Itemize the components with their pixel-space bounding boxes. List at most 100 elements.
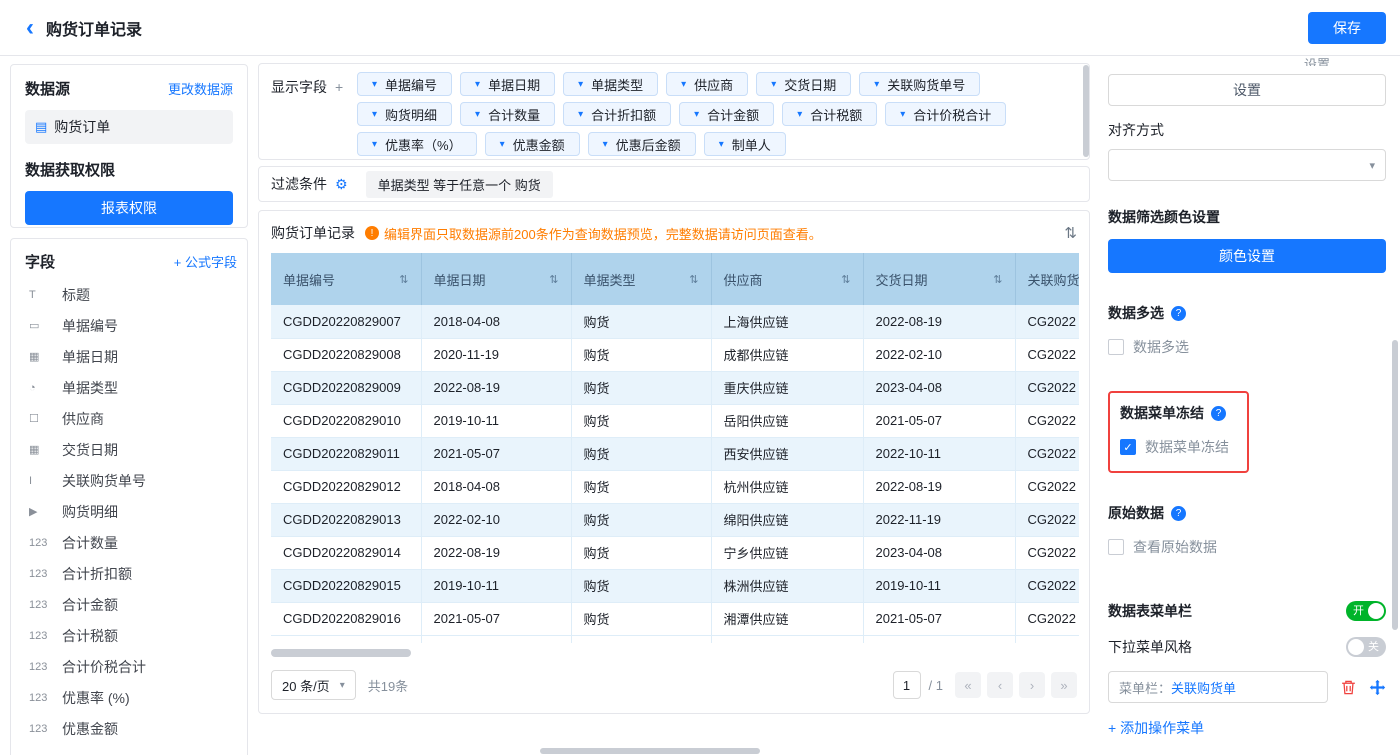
cell-doc-number: CGDD20220829014 bbox=[271, 536, 421, 569]
horizontal-scrollbar[interactable] bbox=[271, 649, 411, 657]
field-item[interactable]: ▭ 单据编号 bbox=[25, 310, 237, 341]
menu-freeze-checkbox[interactable]: ✓ bbox=[1120, 439, 1136, 455]
field-type-icon: 123 bbox=[29, 661, 53, 673]
menu-freeze-checkbox-row[interactable]: ✓ 数据菜单冻结 bbox=[1120, 437, 1229, 457]
add-display-field-icon[interactable]: + bbox=[335, 79, 343, 95]
display-field-chip[interactable]: ▾ 供应商 bbox=[666, 72, 748, 96]
field-item[interactable]: ▦ 交货日期 bbox=[25, 434, 237, 465]
color-settings-button[interactable]: 颜色设置 bbox=[1108, 239, 1386, 273]
cell-supplier: 西安供应链 bbox=[711, 437, 863, 470]
field-label: 合计税额 bbox=[62, 626, 118, 646]
align-select[interactable]: ▾ bbox=[1108, 149, 1386, 181]
dropdown-style-toggle[interactable]: 关 bbox=[1346, 637, 1386, 657]
add-action-menu-link[interactable]: + 添加操作菜单 bbox=[1108, 718, 1386, 738]
cell-doc-number: CGDD20220829015 bbox=[271, 569, 421, 602]
bottom-horizontal-scrollbar[interactable] bbox=[540, 748, 760, 754]
page-number-input[interactable]: 1 bbox=[893, 671, 921, 699]
display-field-chip[interactable]: ▾ 优惠率（%） bbox=[357, 132, 477, 156]
display-field-chip[interactable]: ▾ 购货明细 bbox=[357, 102, 452, 126]
field-item[interactable]: ▦ 单据日期 bbox=[25, 341, 237, 372]
filter-condition-chip[interactable]: 单据类型 等于任意一个 购货 bbox=[366, 171, 553, 198]
datasource-item[interactable]: ▤ 购货订单 bbox=[25, 110, 233, 144]
display-field-chip[interactable]: ▾ 单据编号 bbox=[357, 72, 452, 96]
cell-related-order: CG2022 bbox=[1015, 338, 1079, 371]
field-label: 合计价税合计 bbox=[62, 657, 146, 677]
question-icon[interactable]: ? bbox=[1211, 406, 1226, 421]
raw-data-checkbox[interactable] bbox=[1108, 539, 1124, 555]
report-permission-button[interactable]: 报表权限 bbox=[25, 191, 233, 225]
datasource-item-label: 购货订单 bbox=[54, 117, 110, 137]
column-sort-icon[interactable]: ⇅ bbox=[841, 273, 850, 286]
display-field-chip[interactable]: ▾ 关联购货单号 bbox=[859, 72, 980, 96]
display-field-chip[interactable]: ▾ 合计税额 bbox=[782, 102, 877, 126]
cell-delivery-date: 2023-04-08 bbox=[863, 371, 1015, 404]
next-page-button[interactable]: › bbox=[1019, 672, 1045, 698]
field-item[interactable]: 123 优惠率 (%) bbox=[25, 682, 237, 713]
field-item[interactable]: ☐ 供应商 bbox=[25, 403, 237, 434]
multi-select-checkbox-row[interactable]: 数据多选 bbox=[1108, 337, 1386, 357]
field-item[interactable]: 123 合计税额 bbox=[25, 620, 237, 651]
display-field-chip[interactable]: ▾ 合计数量 bbox=[460, 102, 555, 126]
column-sort-icon[interactable]: ⇅ bbox=[993, 273, 1002, 286]
column-header[interactable]: 单据编号 ⇅ bbox=[271, 253, 421, 305]
move-icon[interactable] bbox=[1369, 679, 1386, 696]
column-header[interactable]: 单据类型 ⇅ bbox=[571, 253, 711, 305]
right-vertical-scrollbar[interactable] bbox=[1392, 340, 1398, 630]
prev-page-button[interactable]: ‹ bbox=[987, 672, 1013, 698]
display-field-chip[interactable]: ▾ 合计金额 bbox=[679, 102, 774, 126]
field-item[interactable]: ▶ 购货明细 bbox=[25, 496, 237, 527]
display-field-chip[interactable]: ▾ 合计折扣额 bbox=[563, 102, 671, 126]
display-field-chip[interactable]: ▾ 单据日期 bbox=[460, 72, 555, 96]
gear-icon[interactable]: ⚙ bbox=[335, 176, 348, 193]
display-field-chip[interactable]: ▾ 优惠金额 bbox=[485, 132, 580, 156]
last-page-button[interactable]: » bbox=[1051, 672, 1077, 698]
field-item[interactable]: I 关联购货单号 bbox=[25, 465, 237, 496]
chip-label: 购货明细 bbox=[385, 105, 437, 124]
column-sort-icon[interactable]: ⇅ bbox=[399, 273, 408, 286]
display-field-chip[interactable]: ▾ 合计价税合计 bbox=[885, 102, 1006, 126]
back-icon[interactable]: ‹ bbox=[26, 16, 34, 40]
field-item[interactable]: 123 合计折扣额 bbox=[25, 558, 237, 589]
multi-select-checkbox[interactable] bbox=[1108, 339, 1124, 355]
cell-doc-date: 2020-11-19 bbox=[421, 338, 571, 371]
field-item[interactable]: T 标题 bbox=[25, 279, 237, 310]
raw-data-checkbox-label: 查看原始数据 bbox=[1133, 537, 1217, 557]
field-type-icon: 123 bbox=[29, 723, 53, 735]
column-sort-icon[interactable]: ⇅ bbox=[689, 273, 698, 286]
field-item[interactable]: 123 优惠金额 bbox=[25, 713, 237, 744]
column-header[interactable]: 单据日期 ⇅ bbox=[421, 253, 571, 305]
display-field-chip[interactable]: ▾ 单据类型 bbox=[563, 72, 658, 96]
table-sort-icon[interactable]: ⇅ bbox=[1064, 224, 1077, 242]
cell-doc-number: CGDD20220829016 bbox=[271, 602, 421, 635]
field-item[interactable]: 123 合计数量 bbox=[25, 527, 237, 558]
question-icon[interactable]: ? bbox=[1171, 306, 1186, 321]
cell-supplier: 绵阳供应链 bbox=[711, 503, 863, 536]
question-icon[interactable]: ? bbox=[1171, 506, 1186, 521]
cell-doc-date: 2019-10-11 bbox=[421, 404, 571, 437]
field-item[interactable]: ◔ 单据类型 bbox=[25, 372, 237, 403]
column-sort-icon[interactable]: ⇅ bbox=[549, 273, 558, 286]
table-menubar-toggle[interactable]: 开 bbox=[1346, 601, 1386, 621]
column-header[interactable]: 交货日期 ⇅ bbox=[863, 253, 1015, 305]
column-header[interactable]: 供应商 ⇅ bbox=[711, 253, 863, 305]
display-field-chip[interactable]: ▾ 交货日期 bbox=[756, 72, 851, 96]
settings-button[interactable]: 设置 bbox=[1108, 74, 1386, 106]
field-item[interactable]: 123 合计金额 bbox=[25, 589, 237, 620]
display-field-chip[interactable]: ▾ 优惠后金额 bbox=[588, 132, 696, 156]
field-type-icon: ▦ bbox=[29, 443, 53, 456]
cell-doc-date: 2021-05-07 bbox=[421, 602, 571, 635]
display-field-chip[interactable]: ▾ 制单人 bbox=[704, 132, 786, 156]
change-datasource-link[interactable]: 更改数据源 bbox=[168, 79, 233, 98]
field-item[interactable]: 123 合计价税合计 bbox=[25, 651, 237, 682]
first-page-button[interactable]: « bbox=[955, 672, 981, 698]
middle-vertical-scrollbar[interactable] bbox=[1083, 65, 1089, 157]
column-header[interactable]: 关联购货 ⇅ bbox=[1015, 253, 1079, 305]
menubar-item[interactable]: 菜单栏： 关联购货单 bbox=[1108, 671, 1328, 703]
chevron-down-icon: ▾ bbox=[681, 79, 686, 90]
add-formula-field-link[interactable]: + 公式字段 bbox=[174, 252, 237, 271]
save-button[interactable]: 保存 bbox=[1308, 12, 1386, 44]
delete-menu-button[interactable] bbox=[1340, 679, 1357, 696]
page-size-select[interactable]: 20 条/页 ▾ bbox=[271, 670, 356, 700]
chip-label: 单据日期 bbox=[488, 75, 540, 94]
raw-data-checkbox-row[interactable]: 查看原始数据 bbox=[1108, 537, 1386, 557]
